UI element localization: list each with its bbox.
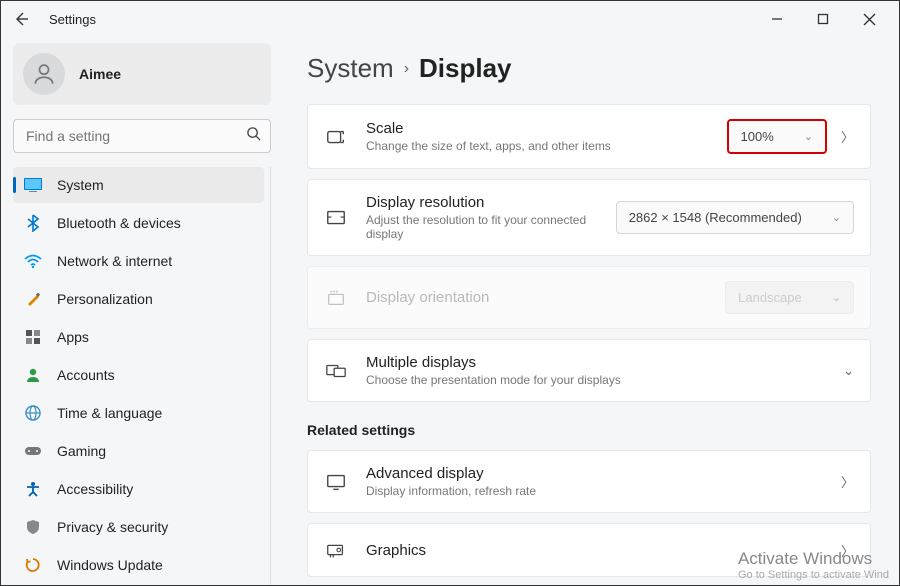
chevron-right-icon[interactable]: 〉	[841, 472, 854, 491]
sidebar-item-label: Windows Update	[57, 557, 163, 573]
minimize-button[interactable]	[763, 5, 791, 33]
resolution-value: 2862 × 1548 (Recommended)	[629, 210, 802, 225]
back-button[interactable]	[9, 7, 33, 31]
monitor-icon	[324, 470, 348, 494]
multiple-title: Multiple displays	[366, 354, 829, 371]
sidebar-item-label: Apps	[57, 329, 89, 345]
resolution-dropdown[interactable]: 2862 × 1548 (Recommended) ⌄	[616, 201, 854, 234]
avatar	[23, 53, 65, 95]
brush-icon	[23, 289, 43, 309]
graphics-icon	[324, 538, 348, 562]
sidebar-item-label: Privacy & security	[57, 519, 168, 535]
sidebar-item-time-language[interactable]: Time & language	[13, 395, 264, 431]
resolution-row[interactable]: Display resolution Adjust the resolution…	[307, 179, 871, 256]
chevron-right-icon: ›	[404, 60, 409, 78]
person-icon	[23, 365, 43, 385]
orientation-icon	[324, 286, 348, 310]
minimize-icon	[771, 13, 783, 25]
sidebar-item-apps[interactable]: Apps	[13, 319, 264, 355]
sidebar-item-label: System	[57, 177, 104, 193]
gaming-icon	[23, 441, 43, 461]
chevron-right-icon[interactable]: 〉	[841, 127, 854, 146]
profile-box[interactable]: Aimee	[13, 43, 271, 105]
sidebar-item-system[interactable]: System	[13, 167, 264, 203]
chevron-down-icon: ⌄	[804, 130, 813, 143]
related-heading: Related settings	[307, 422, 871, 438]
titlebar: Settings	[1, 1, 899, 37]
sidebar-item-label: Network & internet	[57, 253, 172, 269]
sidebar-item-label: Accounts	[57, 367, 115, 383]
apps-icon	[23, 327, 43, 347]
orientation-value: Landscape	[738, 290, 802, 305]
window-title: Settings	[49, 12, 96, 27]
chevron-down-icon: ⌄	[832, 211, 841, 224]
sidebar-item-bluetooth-devices[interactable]: Bluetooth & devices	[13, 205, 264, 241]
orientation-dropdown: Landscape ⌄	[725, 281, 854, 314]
search-box	[13, 119, 271, 153]
sidebar-item-accessibility[interactable]: Accessibility	[13, 471, 264, 507]
chevron-right-icon[interactable]: 〉	[841, 541, 854, 560]
advanced-display-row[interactable]: Advanced display Display information, re…	[307, 450, 871, 513]
scale-sub: Change the size of text, apps, and other…	[366, 139, 727, 153]
sidebar-item-accounts[interactable]: Accounts	[13, 357, 264, 393]
maximize-button[interactable]	[809, 5, 837, 33]
search-icon	[246, 126, 261, 146]
resolution-icon	[324, 206, 348, 230]
scale-title: Scale	[366, 120, 727, 137]
sidebar-item-label: Time & language	[57, 405, 162, 421]
maximize-icon	[817, 13, 829, 25]
sidebar-item-privacy-security[interactable]: Privacy & security	[13, 509, 264, 545]
sidebar-item-personalization[interactable]: Personalization	[13, 281, 264, 317]
scale-dropdown[interactable]: 100% ⌄	[727, 119, 827, 154]
sidebar-item-label: Gaming	[57, 443, 106, 459]
wifi-icon	[23, 251, 43, 271]
breadcrumb-current: Display	[419, 53, 512, 84]
chevron-down-icon: ⌄	[832, 291, 841, 304]
scale-row[interactable]: Scale Change the size of text, apps, and…	[307, 104, 871, 169]
accessibility-icon	[23, 479, 43, 499]
main-panel: System › Display Scale Change the size o…	[283, 37, 899, 585]
breadcrumb: System › Display	[307, 53, 871, 84]
profile-name: Aimee	[79, 66, 121, 82]
breadcrumb-parent[interactable]: System	[307, 53, 394, 84]
globe-icon	[23, 403, 43, 423]
sidebar-item-network-internet[interactable]: Network & internet	[13, 243, 264, 279]
scale-value: 100%	[741, 129, 774, 144]
system-icon	[23, 175, 43, 195]
graphics-title: Graphics	[366, 542, 827, 559]
update-icon	[23, 555, 43, 575]
multiple-displays-row[interactable]: Multiple displays Choose the presentatio…	[307, 339, 871, 402]
scale-icon	[324, 125, 348, 149]
graphics-row[interactable]: Graphics 〉	[307, 523, 871, 577]
orientation-title: Display orientation	[366, 289, 725, 306]
advanced-sub: Display information, refresh rate	[366, 484, 827, 498]
person-icon	[31, 61, 57, 87]
nav-list: System Bluetooth & devices Network & inter…	[13, 167, 271, 585]
search-input[interactable]	[13, 119, 271, 153]
sidebar-item-label: Bluetooth & devices	[57, 215, 181, 231]
sidebar: Aimee System Bluetooth & devices Network &…	[1, 37, 283, 585]
close-button[interactable]	[855, 5, 883, 33]
sidebar-item-label: Accessibility	[57, 481, 133, 497]
bluetooth-icon	[23, 213, 43, 233]
sidebar-item-label: Personalization	[57, 291, 153, 307]
window-controls	[763, 5, 891, 33]
orientation-row: Display orientation Landscape ⌄	[307, 266, 871, 329]
sidebar-item-windows-update[interactable]: Windows Update	[13, 547, 264, 583]
resolution-title: Display resolution	[366, 194, 616, 211]
multiple-sub: Choose the presentation mode for your di…	[366, 373, 829, 387]
close-icon	[863, 13, 876, 26]
advanced-title: Advanced display	[366, 465, 827, 482]
shield-icon	[23, 517, 43, 537]
arrow-left-icon	[13, 11, 29, 27]
chevron-down-icon[interactable]: ⌄	[843, 363, 854, 379]
resolution-sub: Adjust the resolution to fit your connec…	[366, 213, 616, 241]
multiple-displays-icon	[324, 359, 348, 383]
sidebar-item-gaming[interactable]: Gaming	[13, 433, 264, 469]
